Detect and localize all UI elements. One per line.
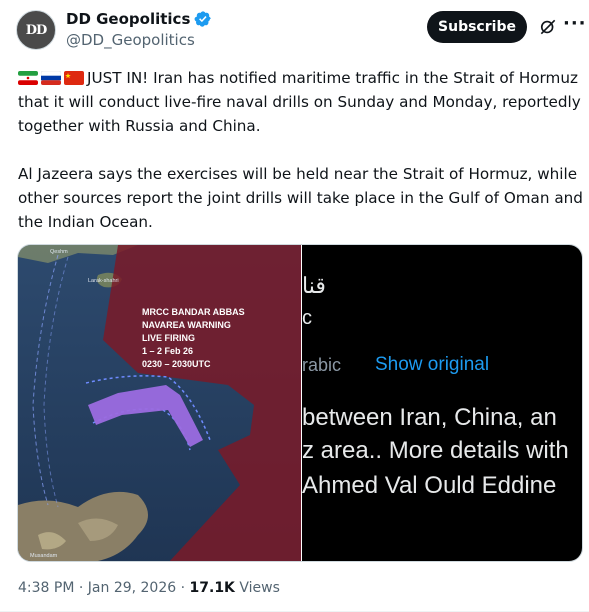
tweet-date[interactable]: Jan 29, 2026 — [88, 580, 176, 596]
iran-flag-icon — [18, 71, 38, 85]
notice-line-5: 0230 – 2030UTC — [142, 359, 211, 369]
media-container[interactable]: MRCC BANDAR ABBAS NAVAREA WARNING LIVE F… — [17, 244, 583, 562]
text-fragment: c — [302, 307, 312, 329]
tweet-metadata: 4:38 PM · Jan 29, 2026 · 17.1K Views — [18, 580, 280, 596]
translated-line-1: between Iran, China, an — [302, 404, 557, 431]
translated-screenshot-image[interactable]: قنا c rabic Show original between Iran, … — [302, 245, 582, 561]
arabic-snippet: قنا — [302, 273, 326, 298]
tweet-paragraph-1: JUST IN! Iran has notified maritime traf… — [18, 66, 584, 138]
avatar-text: DD — [25, 22, 48, 38]
notice-line-4: 1 – 2 Feb 26 — [142, 346, 193, 356]
translated-line-2: z area.. More details with — [302, 437, 569, 464]
separator-dot: · — [78, 580, 84, 596]
grok-icon[interactable] — [538, 17, 558, 37]
strait-of-hormuz-map-image[interactable]: MRCC BANDAR ABBAS NAVAREA WARNING LIVE F… — [18, 245, 301, 562]
notice-line-2: NAVAREA WARNING — [142, 320, 231, 330]
show-original-link[interactable]: Show original — [375, 354, 489, 376]
tweet-paragraph-2: Al Jazeera says the exercises will be he… — [18, 165, 583, 231]
china-flag-icon — [64, 71, 84, 85]
russia-flag-icon — [41, 71, 61, 85]
verified-badge-icon — [194, 11, 212, 27]
translated-line-3: Ahmed Val Ould Eddine — [302, 472, 557, 499]
subscribe-button[interactable]: Subscribe — [427, 11, 527, 43]
place-label-qeshm: Qeshm — [50, 249, 68, 255]
views-label: Views — [239, 580, 280, 596]
avatar[interactable]: DD — [16, 10, 56, 50]
author-name-row[interactable]: DD Geopolitics — [66, 10, 212, 28]
notice-line-3: LIVE FIRING — [142, 333, 195, 343]
place-label-musandam: Musandam — [30, 553, 58, 559]
views-count: 17.1K — [189, 580, 235, 596]
notice-line-1: MRCC BANDAR ABBAS — [142, 307, 245, 317]
author-handle[interactable]: @DD_Geopolitics — [66, 31, 195, 49]
author-name[interactable]: DD Geopolitics — [66, 10, 190, 28]
translated-from-label: rabic — [302, 355, 342, 375]
tweet-text: JUST IN! Iran has notified maritime traf… — [18, 66, 584, 234]
more-options-icon[interactable]: ··· — [563, 13, 587, 34]
separator-dot: · — [180, 580, 186, 596]
place-label-larak: Larak-shahri — [88, 278, 119, 284]
tweet-time[interactable]: 4:38 PM — [18, 580, 74, 596]
tweet-paragraph-1-text: JUST IN! Iran has notified maritime traf… — [18, 69, 581, 135]
